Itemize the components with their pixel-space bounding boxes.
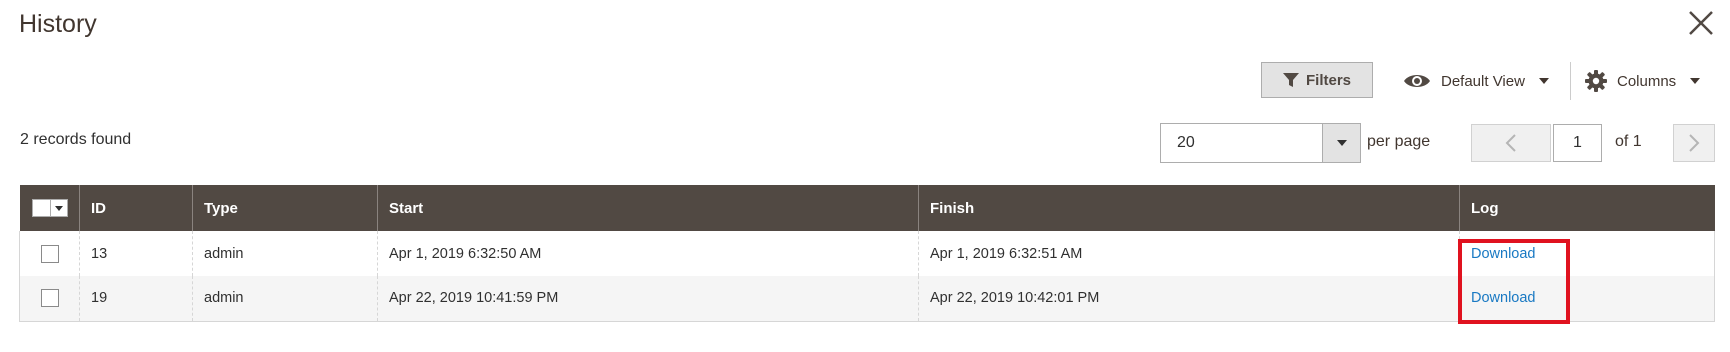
table-row: 13 admin Apr 1, 2019 6:32:50 AM Apr 1, 2… bbox=[19, 231, 1715, 276]
chevron-down-icon bbox=[54, 205, 63, 211]
chevron-down-icon bbox=[1336, 140, 1347, 146]
chevron-right-icon bbox=[1689, 134, 1700, 152]
current-page-input[interactable] bbox=[1553, 124, 1602, 162]
per-page-value: 20 bbox=[1177, 134, 1195, 151]
grid-header-row: ID Type Start Finish Log bbox=[19, 185, 1715, 231]
table-row: 19 admin Apr 22, 2019 10:41:59 PM Apr 22… bbox=[19, 276, 1715, 322]
row-select-cell bbox=[19, 231, 80, 276]
filters-button[interactable]: Filters bbox=[1261, 62, 1373, 98]
columns-label: Columns bbox=[1617, 72, 1677, 90]
gear-icon bbox=[1585, 70, 1607, 92]
cell-type: admin bbox=[192, 231, 378, 276]
filters-label: Filters bbox=[1305, 71, 1351, 89]
per-page-label: per page bbox=[1367, 133, 1431, 150]
row-checkbox[interactable] bbox=[40, 244, 59, 263]
per-page-select[interactable]: 20 bbox=[1160, 123, 1361, 163]
download-link[interactable]: Download bbox=[1471, 246, 1536, 262]
filter-icon bbox=[1282, 73, 1299, 87]
per-page-toggle[interactable] bbox=[1322, 124, 1360, 162]
column-header-type[interactable]: Type bbox=[192, 185, 378, 231]
history-grid: ID Type Start Finish Log 13 admin Apr 1,… bbox=[19, 185, 1715, 322]
mass-select-dropdown[interactable] bbox=[31, 199, 68, 218]
mass-select-checkbox[interactable] bbox=[32, 200, 50, 217]
chevron-down-icon bbox=[1690, 78, 1701, 84]
default-view-dropdown[interactable]: Default View bbox=[1403, 68, 1549, 94]
cell-log: Download bbox=[1459, 231, 1715, 276]
cell-start: Apr 1, 2019 6:32:50 AM bbox=[377, 231, 919, 276]
chevron-left-icon bbox=[1505, 134, 1516, 152]
close-button[interactable] bbox=[1686, 8, 1716, 38]
previous-page-button[interactable] bbox=[1471, 124, 1551, 162]
mass-select-toggle[interactable] bbox=[49, 200, 67, 217]
cell-type: admin bbox=[192, 276, 378, 322]
cell-finish: Apr 22, 2019 10:42:01 PM bbox=[918, 276, 1460, 322]
cell-finish: Apr 1, 2019 6:32:51 AM bbox=[918, 231, 1460, 276]
page-count: of 1 bbox=[1615, 133, 1642, 150]
cell-id: 13 bbox=[79, 231, 193, 276]
next-page-button[interactable] bbox=[1673, 124, 1715, 162]
mass-select-header[interactable] bbox=[19, 185, 80, 231]
cell-start: Apr 22, 2019 10:41:59 PM bbox=[377, 276, 919, 322]
cell-log: Download bbox=[1459, 276, 1715, 322]
columns-dropdown[interactable]: Columns bbox=[1585, 68, 1701, 94]
records-count: 2 records found bbox=[20, 131, 132, 148]
chevron-down-icon bbox=[1538, 78, 1549, 84]
toolbar-divider bbox=[1570, 62, 1571, 100]
row-checkbox[interactable] bbox=[40, 289, 59, 308]
column-header-start[interactable]: Start bbox=[377, 185, 919, 231]
cell-id: 19 bbox=[79, 276, 193, 322]
default-view-label: Default View bbox=[1441, 72, 1525, 90]
close-icon bbox=[1689, 11, 1713, 35]
modal-title: History bbox=[19, 10, 97, 38]
eye-icon bbox=[1404, 75, 1430, 87]
column-header-finish[interactable]: Finish bbox=[918, 185, 1460, 231]
column-header-log[interactable]: Log bbox=[1459, 185, 1715, 231]
column-header-id[interactable]: ID bbox=[79, 185, 193, 231]
row-select-cell bbox=[19, 276, 80, 322]
download-link[interactable]: Download bbox=[1471, 290, 1536, 306]
